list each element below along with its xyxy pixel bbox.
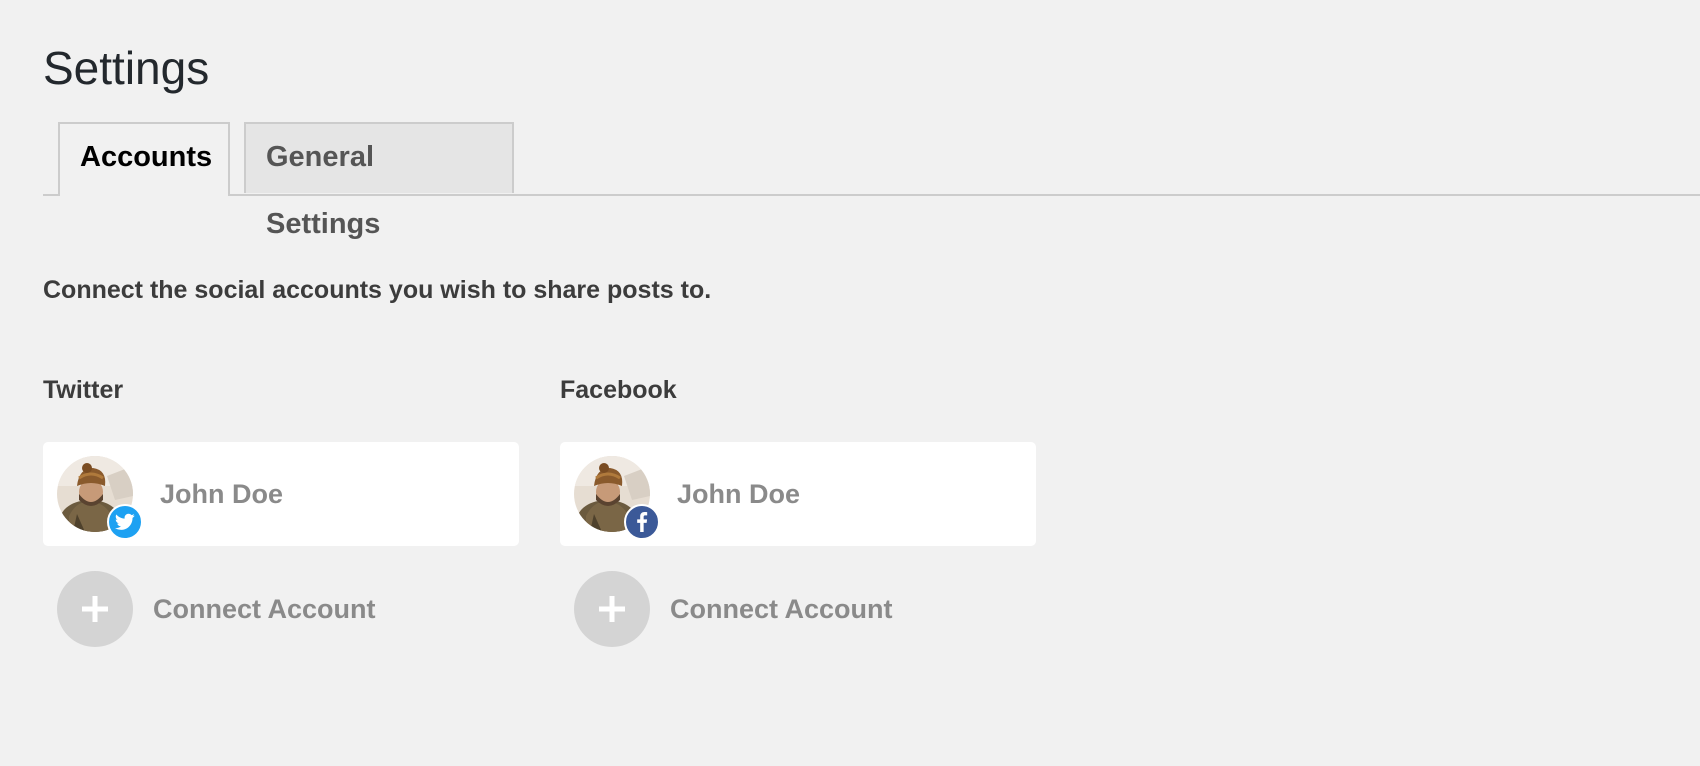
twitter-account-card[interactable]: John Doe <box>43 442 519 546</box>
account-name: John Doe <box>160 479 284 509</box>
connect-account-label: Connect Account <box>670 594 893 624</box>
plus-glyph <box>82 596 108 622</box>
facebook-section: Facebook John Doe Connect Account <box>560 372 1036 647</box>
account-avatar-wrap <box>574 456 660 540</box>
facebook-account-card[interactable]: John Doe <box>560 442 1036 546</box>
network-heading-facebook: Facebook <box>560 376 677 404</box>
settings-tabs: Accounts General Settings <box>43 122 1700 240</box>
plus-glyph <box>599 596 625 622</box>
plus-icon <box>57 571 133 647</box>
tab-accounts[interactable]: Accounts <box>58 122 230 196</box>
network-heading-twitter: Twitter <box>43 376 124 404</box>
account-avatar-wrap <box>57 456 143 540</box>
twitter-bird-glyph <box>115 513 135 530</box>
facebook-icon <box>624 504 660 540</box>
page-title: Settings <box>43 42 210 94</box>
twitter-icon <box>107 504 143 540</box>
intro-text: Connect the social accounts you wish to … <box>43 276 712 304</box>
tab-general-settings[interactable]: General Settings <box>244 122 514 240</box>
twitter-section: Twitter John Doe Connect Account <box>43 372 519 647</box>
facebook-f-glyph <box>637 512 648 532</box>
plus-icon <box>574 571 650 647</box>
connect-account-button-twitter[interactable]: Connect Account <box>57 570 376 648</box>
account-name: John Doe <box>677 479 801 509</box>
connect-account-button-facebook[interactable]: Connect Account <box>574 570 893 648</box>
connect-account-label: Connect Account <box>153 594 376 624</box>
